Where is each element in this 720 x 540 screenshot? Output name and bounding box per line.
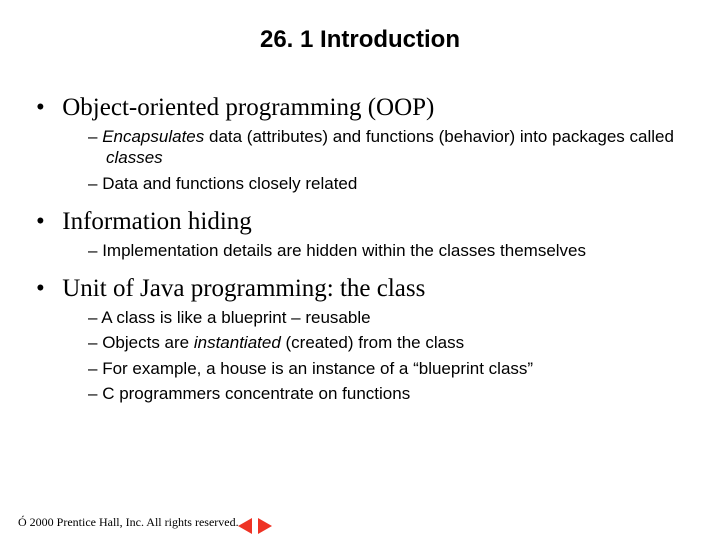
unit-sub-2-ital: instantiated — [194, 333, 281, 352]
bullet-info: Information hiding Implementation detail… — [40, 208, 692, 261]
unit-sub-2-post: (created) from the class — [281, 333, 464, 352]
unit-sub-4: C programmers concentrate on functions — [88, 383, 692, 404]
copyright-footer: Ó 2000 Prentice Hall, Inc. All rights re… — [18, 515, 239, 530]
bullet-unit-text: Unit of Java programming: the class — [62, 275, 425, 302]
oop-sub-1-mid: data (attributes) and functions (behavio… — [204, 127, 674, 146]
unit-sub-2-pre: Objects are — [102, 333, 194, 352]
slide: 26. 1 Introduction Object-oriented progr… — [0, 0, 720, 540]
oop-sub-1-classes: classes — [106, 148, 163, 167]
oop-sub-1-emph: Encapsulates — [102, 127, 204, 146]
unit-sub-1: A class is like a blueprint – reusable — [88, 307, 692, 328]
prev-arrow-icon[interactable] — [238, 518, 252, 534]
info-sub-1: Implementation details are hidden within… — [88, 240, 692, 261]
unit-sub-3: For example, a house is an instance of a… — [88, 358, 692, 379]
oop-sublist: Encapsulates data (attributes) and funct… — [40, 126, 692, 194]
info-sublist: Implementation details are hidden within… — [40, 240, 692, 261]
oop-sub-2: Data and functions closely related — [88, 173, 692, 194]
slide-title: 26. 1 Introduction — [28, 26, 692, 54]
next-arrow-icon[interactable] — [258, 518, 272, 534]
bullet-list: Object-oriented programming (OOP) Encaps… — [28, 94, 692, 404]
bullet-oop: Object-oriented programming (OOP) Encaps… — [40, 94, 692, 194]
bullet-info-text: Information hiding — [62, 208, 252, 235]
bullet-unit: Unit of Java programming: the class A cl… — [40, 275, 692, 404]
nav-arrows — [238, 518, 272, 534]
unit-sublist: A class is like a blueprint – reusable O… — [40, 307, 692, 404]
unit-sub-2: Objects are instantiated (created) from … — [88, 332, 692, 353]
oop-sub-1: Encapsulates data (attributes) and funct… — [88, 126, 692, 169]
bullet-oop-text: Object-oriented programming (OOP) — [62, 94, 434, 121]
